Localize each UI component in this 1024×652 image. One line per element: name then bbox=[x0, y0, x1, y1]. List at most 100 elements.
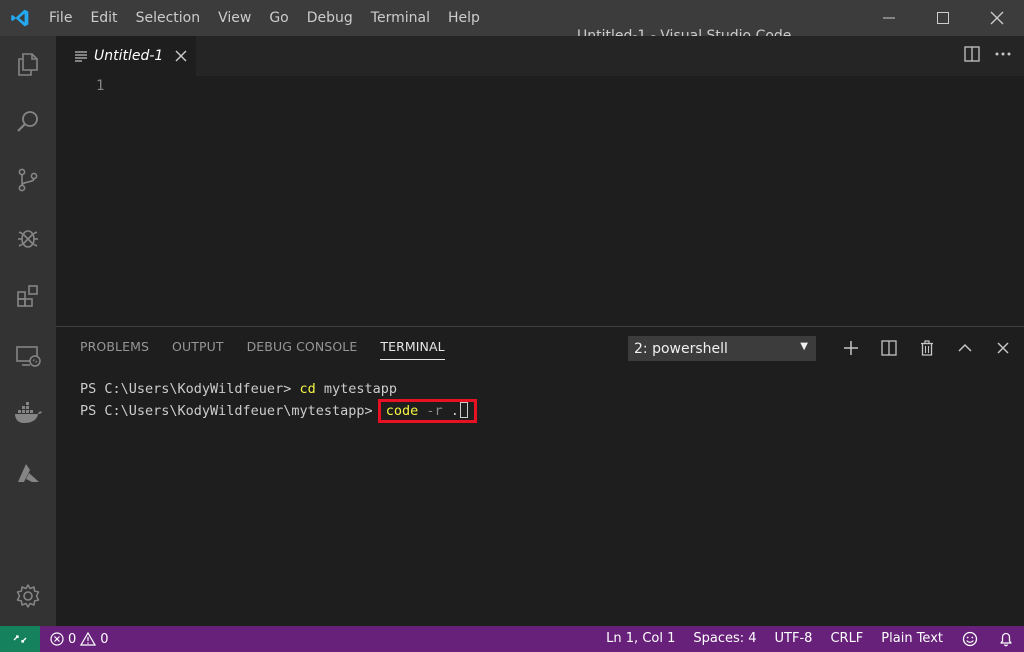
error-count: 0 bbox=[68, 631, 77, 647]
azure-button[interactable] bbox=[0, 450, 56, 498]
terminal-line: PS C:\Users\KodyWildfeuer> cd mytestapp bbox=[80, 379, 477, 399]
trash-icon bbox=[921, 340, 933, 356]
remote-icon bbox=[13, 635, 27, 643]
title-bar: File Edit Selection View Go Debug Termin… bbox=[0, 0, 1024, 44]
caret-down-icon: ▼ bbox=[800, 341, 808, 352]
remote-explorer-button[interactable] bbox=[0, 332, 56, 380]
terminal-select-value: 2: powershell bbox=[634, 340, 728, 357]
maximize-button[interactable] bbox=[916, 0, 970, 36]
line-number: 1 bbox=[96, 78, 105, 94]
gear-icon bbox=[16, 584, 40, 608]
status-bar: 0 0 Ln 1, Col 1 Spaces: 4 UTF-8 CRLF Pla… bbox=[0, 626, 1024, 652]
close-icon bbox=[997, 342, 1009, 354]
menu-file[interactable]: File bbox=[40, 0, 81, 36]
terminal-flag: -r bbox=[418, 403, 451, 419]
close-window-button[interactable] bbox=[970, 0, 1024, 36]
activity-bar bbox=[0, 36, 56, 626]
window-controls bbox=[862, 0, 1024, 36]
debug-icon bbox=[18, 230, 38, 248]
terminal-args: mytestapp bbox=[315, 381, 397, 397]
plus-icon bbox=[844, 341, 858, 355]
text-file-icon bbox=[75, 51, 87, 62]
menu-view[interactable]: View bbox=[209, 0, 260, 36]
debug-button[interactable] bbox=[0, 214, 56, 262]
search-icon bbox=[17, 111, 38, 132]
tab-output[interactable]: OUTPUT bbox=[172, 339, 224, 360]
new-terminal-button[interactable] bbox=[832, 336, 870, 360]
terminal-prompt: PS C:\Users\KodyWildfeuer> bbox=[80, 381, 300, 397]
encoding[interactable]: UTF-8 bbox=[766, 626, 822, 652]
editor-tab-bar: Untitled-1 bbox=[56, 36, 1024, 76]
panel-actions bbox=[832, 336, 1022, 360]
tab-debug-console[interactable]: DEBUG CONSOLE bbox=[247, 339, 358, 360]
cursor-position[interactable]: Ln 1, Col 1 bbox=[597, 626, 684, 652]
docker-button[interactable] bbox=[0, 390, 56, 438]
menu-go[interactable]: Go bbox=[260, 0, 297, 36]
indentation[interactable]: Spaces: 4 bbox=[684, 626, 765, 652]
editor-actions bbox=[964, 36, 1012, 76]
chevron-up-icon bbox=[958, 343, 972, 352]
search-button[interactable] bbox=[0, 98, 56, 146]
tab-close-button[interactable] bbox=[173, 48, 189, 64]
docker-icon bbox=[15, 402, 42, 423]
remote-explorer-icon bbox=[16, 346, 41, 367]
extensions-button[interactable] bbox=[0, 272, 56, 320]
maximize-panel-button[interactable] bbox=[946, 336, 984, 360]
split-editor-icon bbox=[964, 46, 980, 62]
split-terminal-icon bbox=[881, 340, 897, 356]
source-control-button[interactable] bbox=[0, 156, 56, 204]
menu-selection[interactable]: Selection bbox=[127, 0, 210, 36]
menu-debug[interactable]: Debug bbox=[298, 0, 362, 36]
warning-icon bbox=[80, 632, 97, 646]
menu-help[interactable]: Help bbox=[439, 0, 489, 36]
error-icon bbox=[50, 632, 64, 646]
menu-edit[interactable]: Edit bbox=[81, 0, 126, 36]
terminal-command: cd bbox=[299, 381, 316, 397]
split-terminal-button[interactable] bbox=[870, 336, 908, 360]
vscode-logo-icon bbox=[0, 0, 40, 36]
tab-untitled-1[interactable]: Untitled-1 bbox=[56, 36, 196, 76]
terminal-output[interactable]: PS C:\Users\KodyWildfeuer> cd mytestapp … bbox=[80, 379, 477, 423]
remote-indicator-button[interactable] bbox=[0, 626, 40, 652]
terminal-arg: . bbox=[450, 403, 459, 419]
close-icon bbox=[990, 11, 1004, 25]
source-control-icon bbox=[18, 168, 38, 192]
editor-area[interactable]: 1 bbox=[56, 76, 1024, 326]
language-mode[interactable]: Plain Text bbox=[872, 626, 952, 652]
menu-bar: File Edit Selection View Go Debug Termin… bbox=[40, 0, 489, 36]
manage-button[interactable] bbox=[0, 572, 56, 620]
minimize-icon bbox=[883, 17, 895, 19]
panel-tabs: PROBLEMS OUTPUT DEBUG CONSOLE TERMINAL bbox=[80, 339, 445, 360]
status-right: Ln 1, Col 1 Spaces: 4 UTF-8 CRLF Plain T… bbox=[597, 626, 1024, 652]
feedback-button[interactable] bbox=[952, 626, 988, 652]
maximize-icon bbox=[937, 12, 949, 24]
close-icon bbox=[175, 50, 187, 62]
menu-terminal[interactable]: Terminal bbox=[362, 0, 439, 36]
terminal-command: code bbox=[385, 403, 419, 419]
terminal-select[interactable]: 2: powershell ▼ bbox=[628, 336, 816, 361]
explorer-button[interactable] bbox=[0, 40, 56, 88]
split-editor-button[interactable] bbox=[964, 46, 980, 66]
tab-label: Untitled-1 bbox=[94, 48, 164, 64]
tab-terminal[interactable]: TERMINAL bbox=[380, 339, 445, 360]
highlighted-command-box: code -r . bbox=[377, 399, 477, 423]
end-of-line[interactable]: CRLF bbox=[821, 626, 872, 652]
tab-problems[interactable]: PROBLEMS bbox=[80, 339, 149, 360]
extensions-icon bbox=[17, 285, 38, 307]
smiley-icon bbox=[962, 631, 978, 647]
minimize-button[interactable] bbox=[862, 0, 916, 36]
problems-status[interactable]: 0 0 bbox=[50, 632, 109, 647]
terminal-line: PS C:\Users\KodyWildfeuer\mytestapp> cod… bbox=[80, 399, 477, 423]
ellipsis-icon bbox=[995, 52, 1011, 56]
more-actions-button[interactable] bbox=[994, 46, 1012, 66]
close-panel-button[interactable] bbox=[984, 336, 1022, 360]
azure-icon bbox=[18, 464, 39, 482]
kill-terminal-button[interactable] bbox=[908, 336, 946, 360]
warning-count: 0 bbox=[100, 631, 109, 647]
files-icon bbox=[18, 53, 38, 76]
notifications-button[interactable] bbox=[988, 626, 1024, 652]
terminal-prompt: PS C:\Users\KodyWildfeuer\mytestapp> bbox=[80, 403, 381, 419]
terminal-cursor bbox=[459, 402, 468, 418]
terminal-panel: PROBLEMS OUTPUT DEBUG CONSOLE TERMINAL 2… bbox=[56, 326, 1024, 626]
bell-icon bbox=[1000, 632, 1012, 647]
